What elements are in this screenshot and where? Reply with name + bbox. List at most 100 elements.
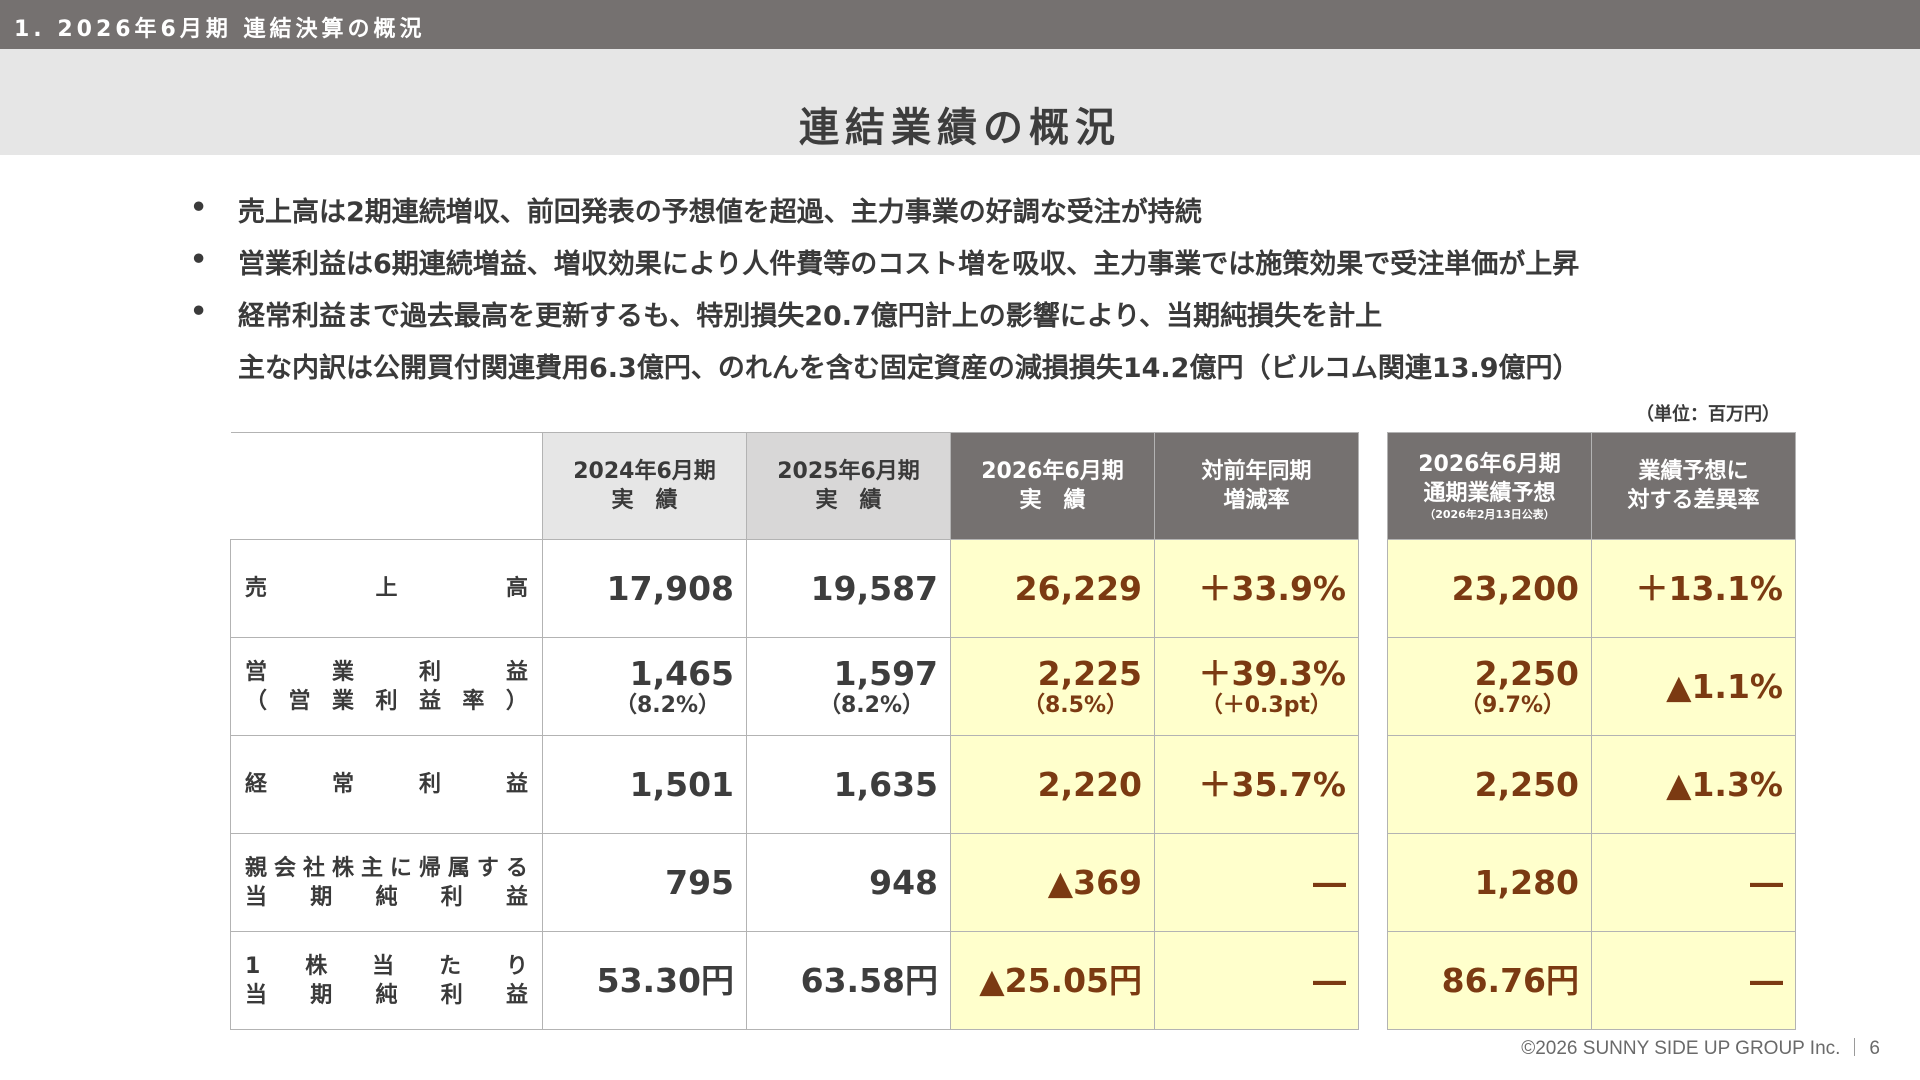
col-vs-forecast-header: 業績予想に 対する差異率 bbox=[1591, 432, 1796, 540]
cell-fy2026: 2,220 bbox=[950, 735, 1155, 834]
cell-fy2024-subvalue: （8.2%） bbox=[614, 692, 720, 718]
cell-yoy: ― bbox=[1154, 833, 1359, 932]
cell-fy2026: 2,225 （8.5%） bbox=[950, 637, 1155, 736]
col-header-line: 実 績 bbox=[815, 488, 882, 513]
col-header-line: 対する差異率 bbox=[1627, 488, 1760, 513]
row-label-line: 営業利益 bbox=[245, 658, 528, 687]
row-label-char: 当 bbox=[245, 982, 268, 1008]
cell-yoy-subvalue: （＋0.3pt） bbox=[1200, 692, 1332, 718]
row-label-char: 帰 bbox=[418, 855, 441, 881]
row-label-char: 益 bbox=[505, 982, 528, 1008]
cell-fy2025-value: 948 bbox=[869, 862, 938, 902]
table-row: 23,200 ＋13.1% bbox=[1387, 539, 1796, 638]
row-label: 営業利益（営業利益率） bbox=[230, 637, 543, 736]
cell-fy2025-value: 1,635 bbox=[833, 764, 938, 804]
bullet-text: 主な内訳は公開買付関連費用6.3億円、のれんを含む固定資産の減損損失14.2億円… bbox=[238, 353, 1580, 384]
row-label-char: 益 bbox=[505, 772, 528, 797]
cell-yoy-value: ＋39.3% bbox=[1198, 653, 1347, 693]
cell-fy2025: 948 bbox=[746, 833, 951, 932]
cell-yoy: ＋35.7% bbox=[1154, 735, 1359, 834]
cell-forecast-value: 23,200 bbox=[1451, 568, 1579, 608]
row-label-char: 業 bbox=[331, 659, 354, 685]
cell-fy2024: 795 bbox=[542, 833, 747, 932]
row-label-char: 当 bbox=[245, 884, 268, 910]
row-label-char: 営 bbox=[245, 659, 268, 685]
row-label-char: 益 bbox=[505, 884, 528, 910]
unit-note: （単位：百万円） bbox=[1636, 404, 1780, 425]
row-label-char: 売 bbox=[245, 576, 268, 601]
row-label-char: り bbox=[505, 953, 528, 979]
page-number: 6 bbox=[1869, 1038, 1880, 1059]
cell-fy2025-value: 63.58円 bbox=[800, 960, 938, 1000]
table-row: 86.76円 ― bbox=[1387, 931, 1796, 1030]
row-label-char: 営 bbox=[288, 688, 311, 714]
row-label-char: た bbox=[439, 953, 462, 979]
row-label: 経常利益 bbox=[230, 735, 543, 834]
cell-vs-forecast: ― bbox=[1591, 833, 1796, 932]
row-label-char: 上 bbox=[375, 576, 398, 601]
row-label-char: 期 bbox=[310, 884, 333, 910]
col-header-line: 通期業績予想 bbox=[1423, 481, 1556, 506]
page-title: 連結業績の概況 bbox=[799, 105, 1121, 151]
table-row: 1,280 ― bbox=[1387, 833, 1796, 932]
cell-fy2025-value: 1,597 bbox=[833, 653, 938, 693]
title-band: 連結業績の概況 bbox=[0, 49, 1920, 155]
col-header-line: 2026年6月期 bbox=[1418, 452, 1561, 477]
table-row: 経 常 利 益 1,501 1,635 2,220 ＋35.7% bbox=[230, 735, 1359, 834]
cell-vs-forecast: ▲1.3% bbox=[1591, 735, 1796, 834]
cell-vs-forecast-value: ― bbox=[1750, 862, 1783, 902]
cell-fy2025-value: 19,587 bbox=[810, 568, 938, 608]
row-label-char: 純 bbox=[375, 884, 398, 910]
cell-yoy: ― bbox=[1154, 931, 1359, 1030]
row-label-char: 率 bbox=[462, 688, 485, 714]
cell-vs-forecast-value: ＋13.1% bbox=[1635, 568, 1784, 608]
section-title: 1. 2026年6月期 連結決算の概況 bbox=[14, 17, 426, 42]
table-row: 2,250 （9.7%） ▲1.1% bbox=[1387, 637, 1796, 736]
row-label-line: 親会社株主に帰属する bbox=[245, 854, 528, 883]
row-label-line: 1 株 当 た り bbox=[245, 952, 528, 981]
copyright: ©2026 SUNNY SIDE UP GROUP Inc. bbox=[1521, 1038, 1841, 1059]
bullet-marker: • bbox=[190, 244, 208, 275]
cell-forecast-value: 2,250 bbox=[1474, 653, 1579, 693]
cell-fy2026-value: 26,229 bbox=[1014, 568, 1142, 608]
cell-fy2024-value: 53.30円 bbox=[596, 960, 734, 1000]
row-label-char: 高 bbox=[505, 576, 528, 601]
cell-forecast-subvalue: （9.7%） bbox=[1459, 692, 1565, 718]
cell-vs-forecast-value: ― bbox=[1750, 960, 1783, 1000]
row-label-char: ） bbox=[505, 688, 528, 714]
col-header-line: 実 績 bbox=[1019, 488, 1086, 513]
footer-divider bbox=[1854, 1038, 1856, 1056]
row-label-char: 株 bbox=[331, 855, 354, 881]
cell-fy2026: ▲369 bbox=[950, 833, 1155, 932]
cell-fy2026-value: ▲369 bbox=[1047, 862, 1142, 902]
cell-forecast-value: 2,250 bbox=[1474, 764, 1579, 804]
cell-fy2026: ▲25.05円 bbox=[950, 931, 1155, 1030]
cell-vs-forecast: ― bbox=[1591, 931, 1796, 1030]
col-fy2025-header: 2025年6月期 実 績 bbox=[746, 432, 951, 540]
bullet-marker: • bbox=[190, 296, 208, 327]
row-label-line: 経常利益 bbox=[245, 770, 528, 799]
cell-fy2024: 53.30円 bbox=[542, 931, 747, 1030]
table-row: 売 上 高 17,908 19,587 26,229 ＋33.9% bbox=[230, 539, 1359, 638]
cell-fy2025-subvalue: （8.2%） bbox=[818, 692, 924, 718]
bullet-text: 売上高は2期連続増収、前回発表の予想値を超過、主力事業の好調な受注が持続 bbox=[238, 197, 1202, 228]
col-header-note: （2026年2月13日公表） bbox=[1424, 508, 1555, 521]
row-label: 売上高 bbox=[230, 539, 543, 638]
row-label-char: 純 bbox=[375, 982, 398, 1008]
cell-yoy-value: ― bbox=[1313, 960, 1346, 1000]
cell-fy2026-subvalue: （8.5%） bbox=[1022, 692, 1128, 718]
cell-fy2026-value: 2,220 bbox=[1037, 764, 1142, 804]
row-label: 親会社株主に帰属する当 期 純 利 益 bbox=[230, 833, 543, 932]
cell-fy2024: 1,501 bbox=[542, 735, 747, 834]
cell-fy2025: 1,635 bbox=[746, 735, 951, 834]
header-blank bbox=[230, 432, 543, 540]
row-label-char: 常 bbox=[331, 772, 354, 797]
row-label-line: 当期純利益 bbox=[245, 981, 528, 1010]
cell-fy2024-value: 1,465 bbox=[629, 653, 734, 693]
row-label-char: 益 bbox=[505, 659, 528, 685]
cell-fy2026-value: ▲25.05円 bbox=[979, 960, 1142, 1000]
cell-vs-forecast: ＋13.1% bbox=[1591, 539, 1796, 638]
row-label-char: 期 bbox=[310, 982, 333, 1008]
cell-yoy-value: ― bbox=[1313, 862, 1346, 902]
cell-vs-forecast-value: ▲1.3% bbox=[1666, 764, 1783, 804]
